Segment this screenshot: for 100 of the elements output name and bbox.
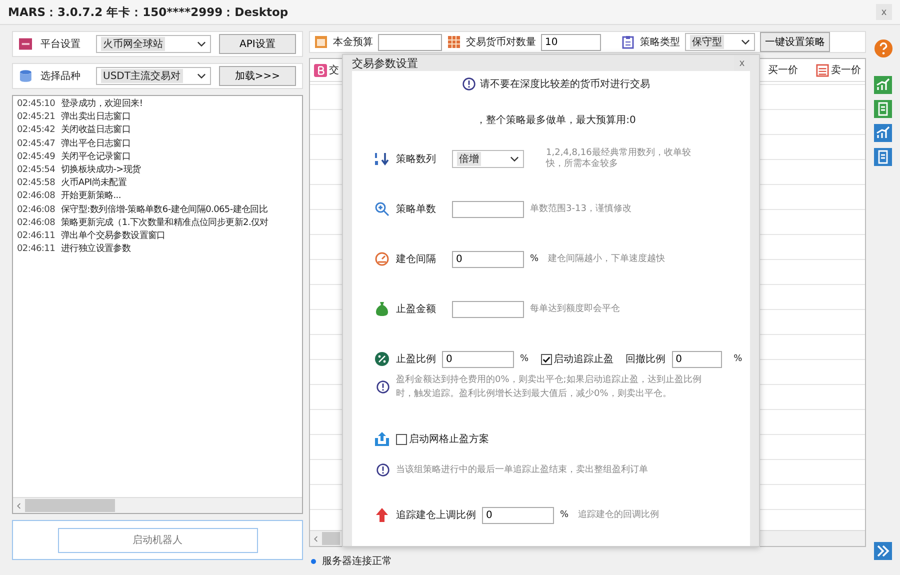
percent-icon <box>374 351 390 367</box>
checkbox-label: 启动追踪止盈 <box>554 352 614 366</box>
chevron-left-icon[interactable] <box>16 502 21 510</box>
input-field[interactable] <box>452 300 524 318</box>
field-label: 止盈金额 <box>396 302 437 316</box>
log-message: 关闭收益日志窗口 <box>61 125 131 136</box>
log-time: 02:46:11 <box>17 231 56 242</box>
checkbox[interactable] <box>540 354 552 364</box>
dropdown[interactable]: 倍增 <box>452 150 524 168</box>
scrollbar-thumb[interactable] <box>322 532 340 545</box>
log-message: 弹出卖出日志窗口 <box>61 112 131 122</box>
log-message: 进行独立设置参数 <box>61 244 131 254</box>
dropdown[interactable]: 保守型 <box>685 33 755 51</box>
field-label: 止盈比例 <box>396 352 436 366</box>
log-time: 02:46:08 <box>17 191 56 202</box>
unit-label: % <box>734 354 742 364</box>
log-message: 开始更新策略... <box>61 191 121 202</box>
field-label: 策略单数 <box>396 202 437 216</box>
unit-label: % <box>560 510 570 520</box>
scrollbar-thumb[interactable] <box>25 499 115 512</box>
dropdown[interactable]: USDT主流交易对 <box>96 67 211 85</box>
unit-label: % <box>530 254 540 264</box>
load-button[interactable]: 加载>>> <box>218 66 296 86</box>
note-text: 盈利金额达到持仓费用的0%，则卖出平仓;如果启动追踪止盈，达到止盈比例时，触发追踪。盈利比例增长达到最大值后，减少0%，则卖出平仓。 <box>396 374 702 401</box>
log-message: 策略更新完成（1.下次数量和精准点位同步更新2.仅对 <box>61 218 268 228</box>
input-field[interactable]: 0 <box>452 250 524 268</box>
status-dot <box>311 558 316 564</box>
input-field[interactable]: 0 <box>482 506 554 524</box>
info-icon <box>376 380 390 394</box>
input-field[interactable] <box>378 34 442 50</box>
status-text: 服务器连接正常 <box>322 554 392 568</box>
log-time: 02:46:08 <box>17 218 56 228</box>
log-message: 弹出单个交易参数设置窗口 <box>61 231 166 242</box>
help-icon[interactable] <box>874 39 892 58</box>
log-time: 02:45:42 <box>17 125 56 136</box>
checkbox[interactable] <box>396 434 407 444</box>
hint-text: 建仓间隔越小，下单速度越快 <box>548 254 665 264</box>
bar-chart-icon[interactable] <box>874 124 892 142</box>
hint-text: 单数范围3-13，谨慎修改 <box>530 204 632 214</box>
clipboard-icon <box>621 35 635 49</box>
close-button[interactable]: x <box>876 4 892 20</box>
start-button[interactable]: 启动机器人 <box>58 528 258 552</box>
field-label: 本金预算 <box>333 36 373 49</box>
sort-icon <box>374 151 390 167</box>
zoom-icon <box>374 201 390 217</box>
document-icon[interactable] <box>874 148 892 166</box>
coin-icon <box>314 64 327 76</box>
dialog-title: 交易参数设置 <box>352 56 418 70</box>
field-label: 策略数列 <box>396 153 437 166</box>
input-field[interactable]: 10 <box>541 34 601 50</box>
hint-text: 1,2,4,8,16最经典常用数列，收单较快，所需本金较多 <box>546 148 692 170</box>
log-message: 登录成功，欢迎回来! <box>61 99 143 109</box>
hint-text: 追踪建仓的回调比例 <box>578 510 659 520</box>
field-label: 平台设置 <box>40 38 82 51</box>
field-label: 回撤比例 <box>626 352 666 366</box>
log-message: 弹出平仓日志窗口 <box>61 138 131 149</box>
list-icon <box>816 64 829 76</box>
bar-chart-icon[interactable] <box>874 76 892 94</box>
info-icon <box>462 77 476 91</box>
log-time: 02:45:10 <box>17 99 56 109</box>
column-header: 买一价 <box>767 64 799 77</box>
dropdown[interactable]: 火币网全球站 <box>96 35 211 53</box>
caret-icon <box>196 41 206 47</box>
check-icon <box>542 354 551 364</box>
caret-icon <box>741 39 750 45</box>
money-bag-icon <box>374 301 390 317</box>
input-field[interactable] <box>452 200 524 218</box>
log-message: 火币API尚未配置 <box>61 178 127 188</box>
arrow-up-icon <box>374 507 390 523</box>
upload-icon <box>374 431 390 447</box>
warning-text: 请不要在深度比较差的货币对进行交易 <box>480 78 650 91</box>
field-label: 追踪建仓上调比例 <box>396 508 476 522</box>
log-message: 关闭平仓记录窗口 <box>61 152 131 162</box>
note-text: 当该组策略进行中的最后一单追踪止盈结束，卖出整组盈利订单 <box>396 464 648 477</box>
grid-icon <box>447 35 461 49</box>
caret-icon <box>196 73 206 79</box>
gauge-icon <box>374 251 390 267</box>
input-field[interactable]: 0 <box>672 350 722 368</box>
info-icon <box>376 463 390 477</box>
column-header: 卖一价 <box>812 63 865 77</box>
log-time: 02:45:58 <box>17 178 56 188</box>
summary-text: ，整个策略最多做单，最大预算用:0 <box>476 115 636 126</box>
log-time: 02:45:47 <box>17 138 56 149</box>
apply-strategy-button[interactable]: 一键设置策略 <box>760 32 830 52</box>
api-settings-button[interactable]: API设置 <box>218 34 296 54</box>
scrollbar[interactable] <box>13 497 302 513</box>
log-time: 02:45:54 <box>17 165 56 176</box>
log-time: 02:46:11 <box>17 244 56 254</box>
log-message: 保守型:数列倍增-策略单数6-建仓间隔0.065-建仓回比 <box>61 204 268 215</box>
chevron-left-icon[interactable] <box>313 534 318 542</box>
log-time: 02:46:08 <box>17 204 56 215</box>
double-arrow-icon[interactable] <box>874 542 892 560</box>
input-field[interactable]: 0 <box>442 350 514 368</box>
field-label: 交易货币对数量 <box>466 36 536 49</box>
field-label: 建仓间隔 <box>396 252 437 266</box>
caret-icon <box>510 156 519 162</box>
hint-text: 每单达到额度即会平仓 <box>530 304 620 314</box>
column-header: 交 <box>310 63 343 77</box>
log-time: 02:45:21 <box>17 112 56 122</box>
document-icon[interactable] <box>874 100 892 118</box>
